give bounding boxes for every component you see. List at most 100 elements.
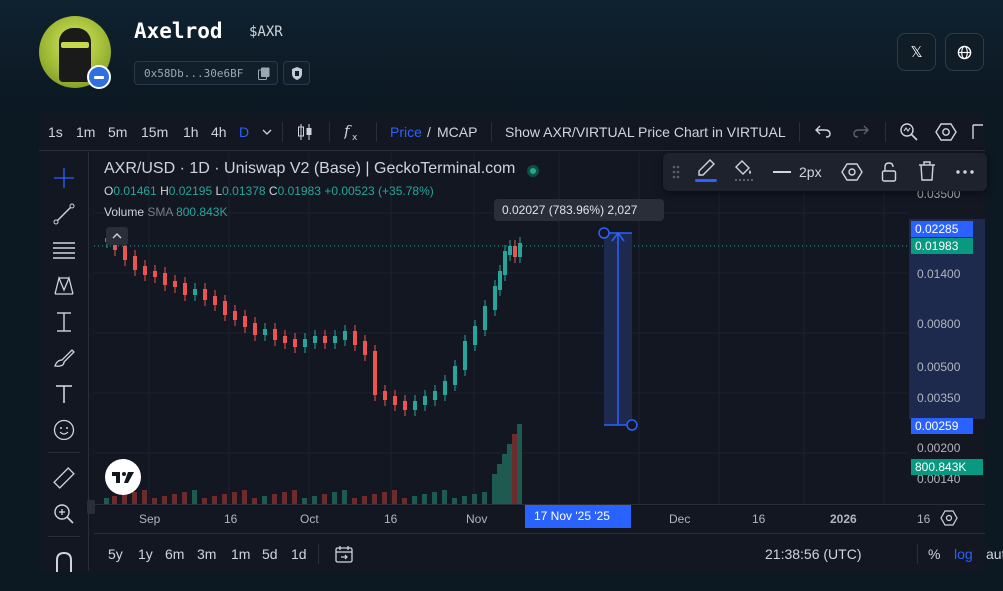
tradingview-logo-icon: [112, 472, 134, 483]
brush-icon[interactable]: [52, 346, 76, 370]
volume-bar: [462, 496, 467, 504]
undo-icon[interactable]: [815, 124, 831, 138]
website-button[interactable]: [945, 33, 984, 71]
price-label: 0.00350: [917, 391, 961, 405]
text-tool-icon[interactable]: [52, 382, 76, 406]
utc-clock[interactable]: 21:38:56 (UTC): [765, 546, 861, 562]
volume-bar: [232, 492, 237, 504]
candle: [393, 396, 397, 405]
candle: [373, 351, 377, 395]
zoom-in-icon[interactable]: [52, 502, 76, 526]
line-width-icon[interactable]: [773, 171, 791, 173]
range-5d[interactable]: 5d: [262, 546, 278, 562]
range-1m[interactable]: 1m: [231, 546, 250, 562]
interval-1s[interactable]: 1s: [48, 124, 63, 140]
candle: [303, 339, 307, 347]
price-label: 0.01400: [917, 267, 961, 281]
date-range-icon[interactable]: [334, 544, 354, 564]
emoji-icon[interactable]: [52, 418, 76, 442]
volume-bar: [492, 474, 497, 504]
interval-15m[interactable]: 15m: [141, 124, 168, 140]
chevron-down-icon[interactable]: [262, 128, 272, 136]
toolbar-divider: [376, 122, 377, 142]
header-background: [0, 0, 1003, 120]
crosshair-icon[interactable]: [52, 166, 76, 190]
interval-5m[interactable]: 5m: [108, 124, 127, 140]
volume-bar: [312, 496, 317, 504]
candle: [473, 326, 477, 345]
copy-icon[interactable]: [258, 67, 270, 80]
contract-address-pill[interactable]: 0x58Db...30e6BF: [134, 61, 278, 85]
time-label: Sep: [139, 512, 161, 526]
candle: [518, 243, 522, 257]
price-scale[interactable]: 0.03500 0.01400 0.00800 0.00500 0.00350 …: [909, 153, 985, 504]
interval-4h[interactable]: 4h: [211, 124, 227, 140]
range-1d[interactable]: 1d: [291, 546, 307, 562]
candle: [273, 329, 277, 340]
range-6m[interactable]: 6m: [165, 546, 184, 562]
candle: [493, 286, 497, 310]
auto-scale-toggle[interactable]: auto: [986, 546, 1003, 562]
range-3m[interactable]: 3m: [197, 546, 216, 562]
volume-bar: [172, 494, 177, 504]
fullscreen-icon[interactable]: [971, 122, 985, 142]
pair-chart-toggle[interactable]: Show AXR/VIRTUAL Price Chart in VIRTUAL: [505, 124, 786, 140]
fill-bucket-icon[interactable]: [733, 158, 755, 182]
percent-scale-toggle[interactable]: %: [928, 546, 940, 562]
bottom-range-bar: 5y 1y 6m 3m 1m 5d 1d 21:38:56 (UTC) % lo…: [94, 533, 1003, 571]
candle: [243, 316, 247, 327]
mcap-toggle[interactable]: MCAP: [437, 124, 477, 140]
high-value: 0.02195: [168, 184, 213, 198]
volume-tag: 800.843K: [911, 459, 983, 475]
trend-line-icon[interactable]: [52, 202, 76, 226]
volume-bar: [242, 490, 247, 504]
candle: [503, 251, 507, 275]
collapse-legend-button[interactable]: [106, 227, 128, 245]
measure-range-icon[interactable]: [52, 310, 76, 334]
volume-bar: [212, 496, 217, 504]
candle: [508, 246, 512, 255]
log-scale-toggle[interactable]: log: [954, 546, 973, 562]
price-toggle[interactable]: Price: [390, 124, 422, 140]
quick-search-icon[interactable]: [899, 122, 919, 142]
drag-handle-icon[interactable]: [671, 164, 681, 180]
time-label: 16: [752, 512, 766, 526]
settings-gear-icon[interactable]: [935, 121, 957, 143]
candle: [223, 301, 227, 315]
x-twitter-button[interactable]: 𝕏: [897, 33, 936, 71]
security-scan-button[interactable]: [283, 61, 310, 85]
axis-settings-icon[interactable]: [940, 509, 958, 527]
magnet-icon[interactable]: [52, 550, 76, 574]
tradingview-logo[interactable]: [105, 459, 141, 495]
time-axis[interactable]: Sep 16 Oct 16 Nov Dec 16 2026 16 17 Nov …: [87, 500, 985, 532]
toolbar-divider: [885, 122, 886, 142]
pattern-icon[interactable]: [52, 274, 76, 298]
candle: [423, 396, 427, 405]
indicators-fx-icon[interactable]: f x: [344, 122, 362, 142]
trash-icon[interactable]: [918, 160, 936, 182]
price-label: 0.00200: [917, 441, 961, 455]
candles-icon[interactable]: [296, 122, 314, 142]
lock-icon[interactable]: [881, 161, 897, 183]
interval-1h[interactable]: 1h: [183, 124, 199, 140]
drawing-settings-icon[interactable]: [841, 161, 863, 183]
redo-icon[interactable]: [853, 124, 869, 138]
volume-legend: Volume SMA 800.843K: [104, 205, 228, 219]
toolbar-divider: [329, 122, 330, 142]
candle: [143, 266, 147, 275]
interval-1m[interactable]: 1m: [76, 124, 95, 140]
contract-address: 0x58Db...30e6BF: [144, 66, 244, 80]
close-value: 0.01983: [277, 184, 321, 198]
fib-retracement-icon[interactable]: [52, 238, 76, 262]
range-1y[interactable]: 1y: [138, 546, 153, 562]
interval-d[interactable]: D: [239, 124, 249, 140]
measure-top-price-tag: 0.02285: [911, 221, 973, 237]
scroll-left-handle[interactable]: [87, 500, 95, 514]
line-color-pencil-icon[interactable]: [695, 158, 717, 182]
ruler-icon[interactable]: [52, 466, 76, 490]
candle: [323, 336, 327, 343]
line-width-label[interactable]: 2px: [799, 164, 822, 180]
time-label: 16: [384, 512, 398, 526]
more-options-icon[interactable]: [955, 169, 975, 175]
range-5y[interactable]: 5y: [108, 546, 123, 562]
